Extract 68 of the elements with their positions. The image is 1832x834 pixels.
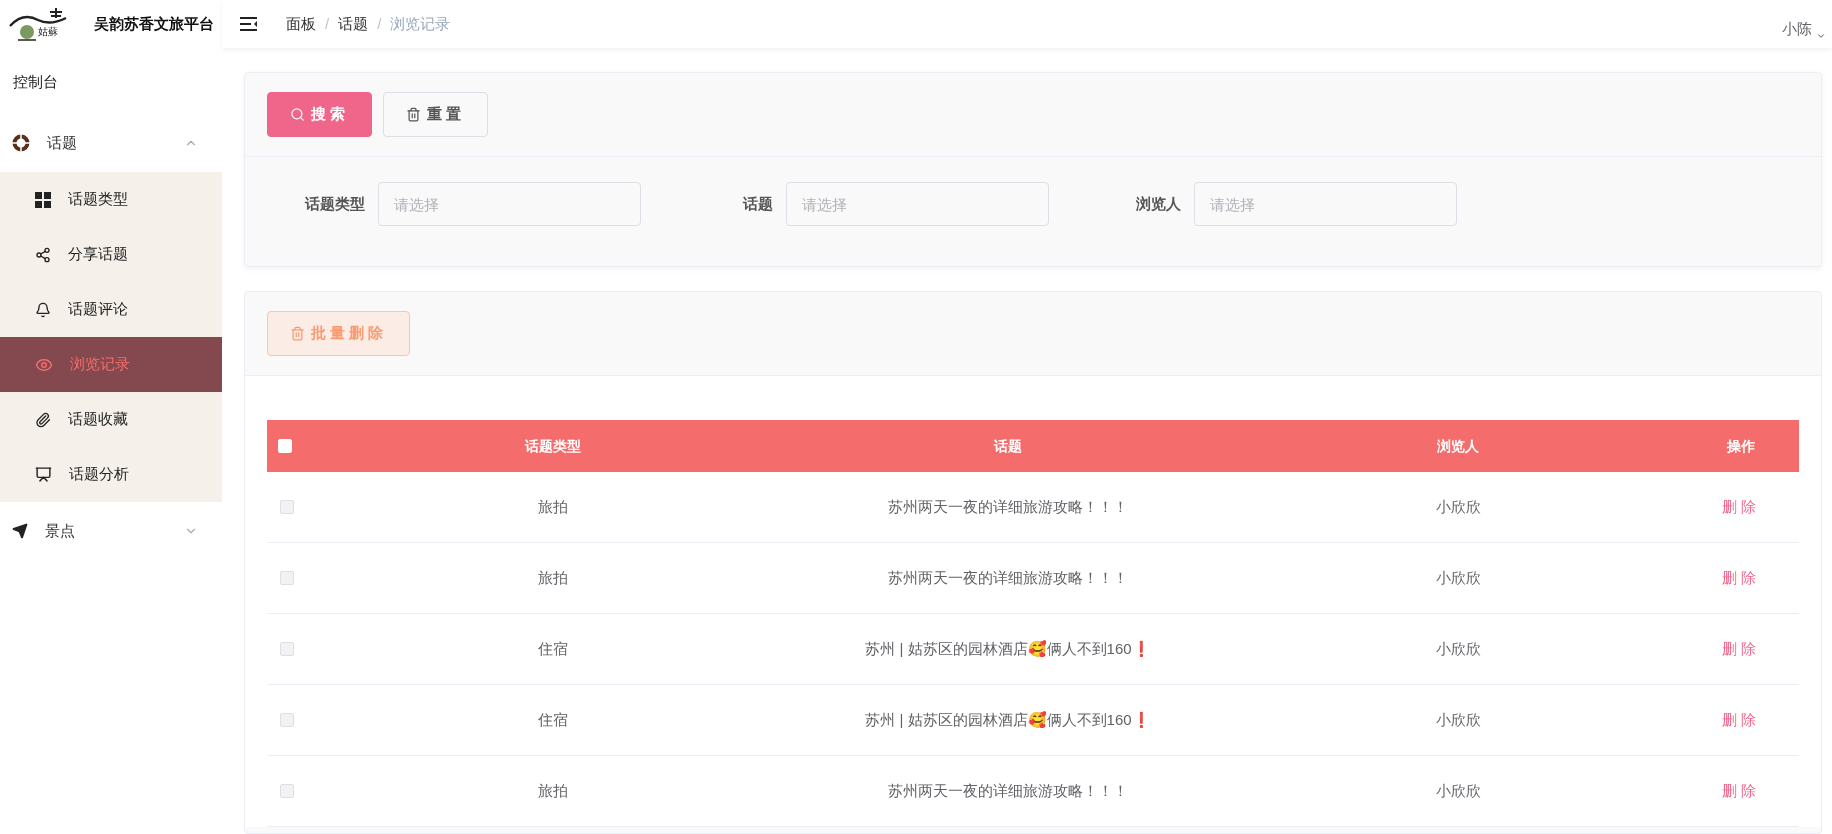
breadcrumb-item: 浏览记录: [390, 13, 451, 34]
app-title: 吴韵苏香文旅平台: [94, 13, 214, 34]
presentation-chart-icon: [35, 466, 52, 483]
table-cell-text: 苏州两天一夜的详细旅游攻略！！！: [888, 496, 1128, 517]
breadcrumb-item[interactable]: 面板: [286, 12, 316, 36]
submenu-item[interactable]: 话题类型: [0, 172, 222, 227]
submenu-label: 话题评论: [68, 299, 128, 320]
sidebar-item[interactable]: 控制台: [0, 50, 222, 114]
filter-label: 话题类型: [303, 193, 365, 214]
submenu-item[interactable]: 分享话题: [0, 227, 222, 282]
logo-text: 姑蘇: [38, 27, 58, 37]
row-checkbox[interactable]: [280, 642, 294, 656]
filter-select[interactable]: 请选择: [378, 182, 641, 226]
select-all-checkbox[interactable]: [278, 439, 292, 453]
table-cell-text: 小欣欣: [1435, 496, 1481, 517]
filter-label: 话题: [741, 193, 773, 214]
lifebuoy-icon: [12, 134, 30, 152]
sidebar-group-label: 话题: [47, 132, 78, 153]
breadcrumb-separator: /: [377, 13, 382, 34]
search-icon: [290, 107, 305, 122]
breadcrumb-separator: /: [325, 13, 330, 34]
filter-select[interactable]: 请选择: [786, 182, 1049, 226]
table-cell-text: 小欣欣: [1435, 780, 1481, 801]
sidebar-group[interactable]: 景点: [0, 502, 222, 560]
table-cell-text: 旅拍: [538, 567, 568, 588]
row-checkbox[interactable]: [280, 784, 294, 798]
table-cell-text: 小欣欣: [1435, 709, 1481, 730]
table-cell-text: 苏州 | 姑苏区的园林酒店🥰俩人不到160❗: [865, 709, 1151, 730]
submenu-label: 话题类型: [68, 189, 128, 210]
paperclip-icon: [35, 411, 51, 428]
submenu-label: 分享话题: [68, 244, 128, 265]
filter-label: 浏览人: [1135, 193, 1181, 214]
menu-fold-icon[interactable]: [240, 17, 258, 31]
table-cell-text: 苏州 | 姑苏区的园林酒店🥰俩人不到160❗: [865, 638, 1151, 659]
column-header: 话题类型: [525, 436, 581, 456]
breadcrumb-item[interactable]: 话题: [338, 12, 369, 36]
submenu-label: 浏览记录: [70, 354, 130, 375]
table-cell-text: 苏州两天一夜的详细旅游攻略！！！: [888, 780, 1128, 801]
submenu-item[interactable]: 话题评论: [0, 282, 222, 337]
reset-button[interactable]: 重置: [383, 92, 488, 137]
table-cell-text: 住宿: [538, 638, 568, 659]
paper-plane-icon: [12, 523, 28, 539]
trash-icon: [406, 107, 421, 122]
submenu-item[interactable]: 话题收藏: [0, 392, 222, 447]
submenu-item[interactable]: 话题分析: [0, 447, 222, 502]
sidebar-group[interactable]: 话题: [0, 114, 222, 172]
table-cell-text: 住宿: [538, 709, 568, 730]
table-cell-text: 旅拍: [538, 496, 568, 517]
table-cell-text: 小欣欣: [1435, 638, 1481, 659]
submenu-label: 话题收藏: [68, 409, 128, 430]
row-checkbox[interactable]: [280, 713, 294, 727]
filter-select[interactable]: 请选择: [1194, 182, 1457, 226]
grid-icon: [35, 191, 51, 208]
table-cell-text: 苏州两天一夜的详细旅游攻略！！！: [888, 567, 1128, 588]
bell-icon: [35, 301, 51, 318]
table-cell-text: 旅拍: [538, 780, 568, 801]
column-header: 操作: [1727, 436, 1755, 456]
sidebar-group-label: 景点: [45, 520, 76, 541]
trash-icon: [290, 326, 305, 341]
column-header: 浏览人: [1437, 436, 1479, 456]
row-checkbox[interactable]: [280, 571, 294, 585]
column-header: 话题: [994, 436, 1022, 456]
row-checkbox[interactable]: [280, 500, 294, 514]
logo-drawing: [8, 6, 68, 42]
user-menu[interactable]: 小陈: [1782, 18, 1826, 41]
share-icon: [35, 246, 51, 263]
table-cell-text: 小欣欣: [1435, 567, 1481, 588]
submenu-label: 话题分析: [69, 464, 129, 485]
